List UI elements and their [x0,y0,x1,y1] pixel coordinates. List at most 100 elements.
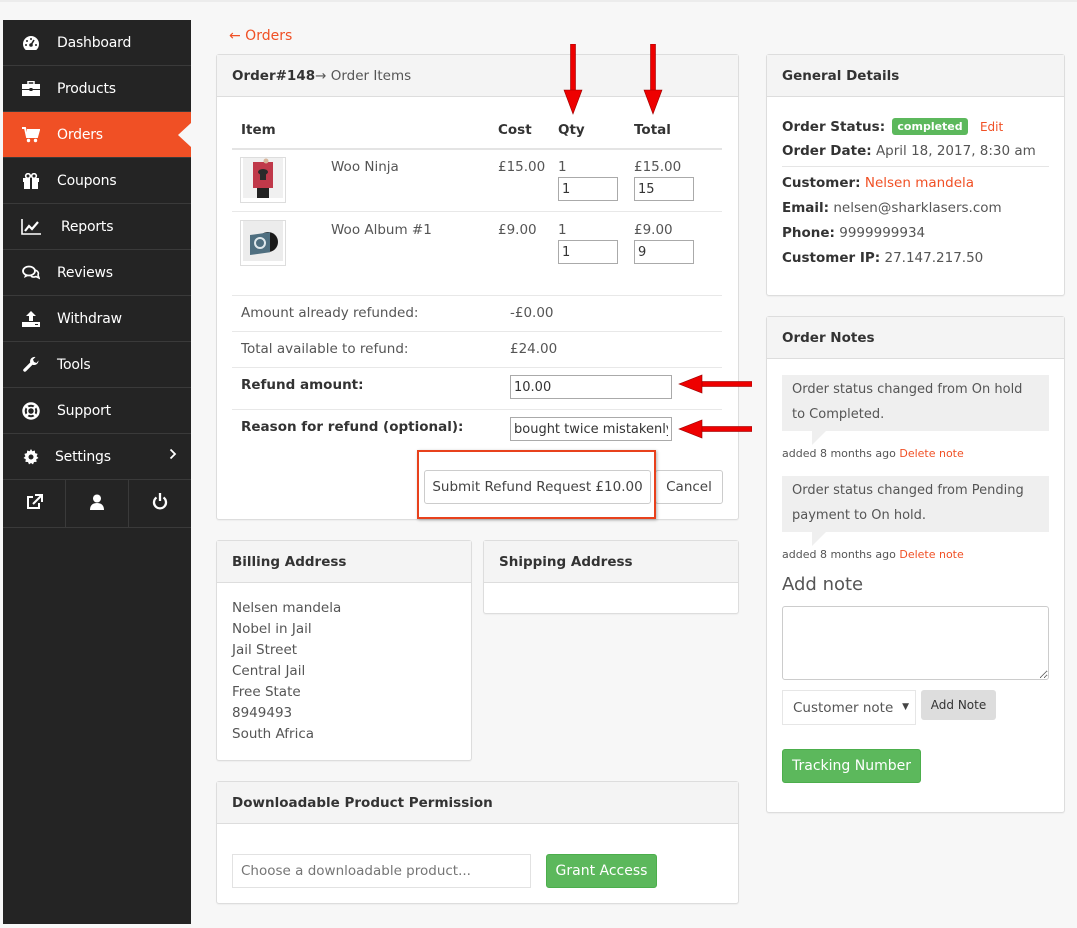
panel-header: General Details [767,55,1064,97]
divider [782,166,1049,167]
add-note-button[interactable]: Add Note [921,690,996,720]
sidebar-item-label: Dashboard [57,34,132,51]
panel-header: Shipping Address [484,541,738,583]
column-header-item: Item [241,122,276,138]
already-refunded-value: -£0.00 [510,305,554,321]
refund-total-input[interactable] [634,240,694,264]
email-label: Email: [782,200,830,216]
panel-header: Order Notes [767,317,1064,359]
customer-row: Customer: Nelsen mandela [782,175,974,191]
available-refund-value: £24.00 [510,341,558,357]
sidebar-item-withdraw[interactable]: Withdraw [3,296,191,342]
item-total: £9.00 [634,222,673,238]
customer-ip-label: Customer IP: [782,250,881,266]
address-line: Central Jail [232,663,306,679]
sidebar-item-label: Coupons [57,172,117,189]
top-border [0,0,1077,2]
order-status-label: Order Status: [782,119,886,135]
external-link-icon [26,493,43,514]
divider [232,148,722,150]
logout-button[interactable] [129,480,191,527]
sidebar-item-support[interactable]: Support [3,388,191,434]
note-content: Order status changed from Pending paymen… [782,476,1049,546]
product-link-woo-ninja[interactable]: Woo Ninja [331,159,399,175]
address-line: South Africa [232,726,315,742]
item-cost: £9.00 [498,222,537,238]
sidebar-bottom-bar [3,480,191,528]
panel-title: Downloadable Product Permission [232,794,493,811]
tracking-number-button[interactable]: Tracking Number [782,749,921,783]
email-value: nelsen@sharklasers.com [833,200,1002,216]
refund-qty-input[interactable] [558,240,618,264]
delete-note-link[interactable]: Delete note [899,447,963,460]
refund-amount-input[interactable] [510,375,672,399]
divider [232,211,722,212]
item-cost: £15.00 [498,159,546,175]
note-timestamp: added 8 months ago [782,447,896,460]
sidebar-item-dashboard[interactable]: Dashboard [3,20,191,66]
sidebar-item-label: Support [57,402,111,419]
panel-header: Downloadable Product Permission [217,782,738,824]
product-thumbnail[interactable] [240,220,286,266]
panel-title: Billing Address [232,553,347,570]
refund-reason-input[interactable] [510,417,672,441]
product-thumbnail[interactable] [240,157,286,203]
order-date-value: April 18, 2017, 8:30 am [875,143,1036,159]
billing-address-lines: Nelsen mandela Nobel in Jail Jail Street… [232,598,341,745]
edit-status-link[interactable]: Edit [980,120,1003,134]
sidebar-item-settings[interactable]: Settings [3,434,191,480]
email-row: Email: nelsen@sharklasers.com [782,200,1002,216]
sidebar-item-label: Reviews [57,264,113,281]
column-header-cost: Cost [498,122,532,138]
downloadable-product-select[interactable] [232,854,531,888]
address-line: Nelsen mandela [232,600,342,616]
product-link-woo-album-1[interactable]: Woo Album #1 [331,222,432,238]
caret-down-icon: ▼ [902,702,909,712]
grant-access-button[interactable]: Grant Access [546,854,657,888]
chart-line-icon [20,218,42,236]
add-note-heading: Add note [782,574,864,595]
customer-link[interactable]: Nelsen mandela [865,175,974,191]
sidebar-item-label: Withdraw [57,310,122,327]
billing-address-panel: Billing Address Nelsen mandela Nobel in … [216,540,472,761]
divider [232,331,722,332]
panel-header: Order#148 → Order Items [217,55,738,97]
cart-icon [20,126,42,144]
divider [232,367,722,368]
sidebar-item-tools[interactable]: Tools [3,342,191,388]
add-note-textarea[interactable] [782,606,1049,680]
back-to-orders-link[interactable]: ← Orders [229,28,292,44]
briefcase-icon [20,80,42,98]
order-date-label: Order Date: [782,143,872,159]
divider [232,295,722,296]
profile-button[interactable] [66,480,129,527]
submit-refund-button[interactable]: Submit Refund Request £10.00 [424,470,651,504]
sidebar-item-reviews[interactable]: Reviews [3,250,191,296]
sidebar-item-label: Products [57,80,116,97]
refund-total-input[interactable] [634,177,694,201]
order-notes-panel: Order Notes Order status changed from On… [766,316,1065,813]
delete-note-link[interactable]: Delete note [899,548,963,561]
divider [232,409,722,410]
dashboard-icon [20,34,42,52]
upload-icon [20,310,42,328]
external-link-button[interactable] [3,480,66,527]
sidebar-item-reports[interactable]: Reports [3,204,191,250]
wrench-icon [20,356,42,374]
cancel-refund-button[interactable]: Cancel [655,470,723,504]
sidebar-item-products[interactable]: Products [3,66,191,112]
sidebar-item-orders[interactable]: Orders [3,112,191,158]
address-line: Jail Street [232,642,298,658]
available-refund-label: Total available to refund: [241,341,409,357]
sidebar-item-label: Tools [57,356,91,373]
order-items-panel: Order#148 → Order Items Item Cost Qty To… [216,54,739,520]
downloadable-permission-panel: Downloadable Product Permission Grant Ac… [216,781,739,904]
sidebar-item-coupons[interactable]: Coupons [3,158,191,204]
item-total: £15.00 [634,159,682,175]
panel-title: Order Notes [782,329,875,346]
refund-qty-input[interactable] [558,177,618,201]
panel-subtitle: → Order Items [315,67,412,84]
order-date-row: Order Date: April 18, 2017, 8:30 am [782,143,1036,159]
note-type-select[interactable]: Customer note ▼ [782,690,916,725]
address-line: 8949493 [232,705,293,721]
